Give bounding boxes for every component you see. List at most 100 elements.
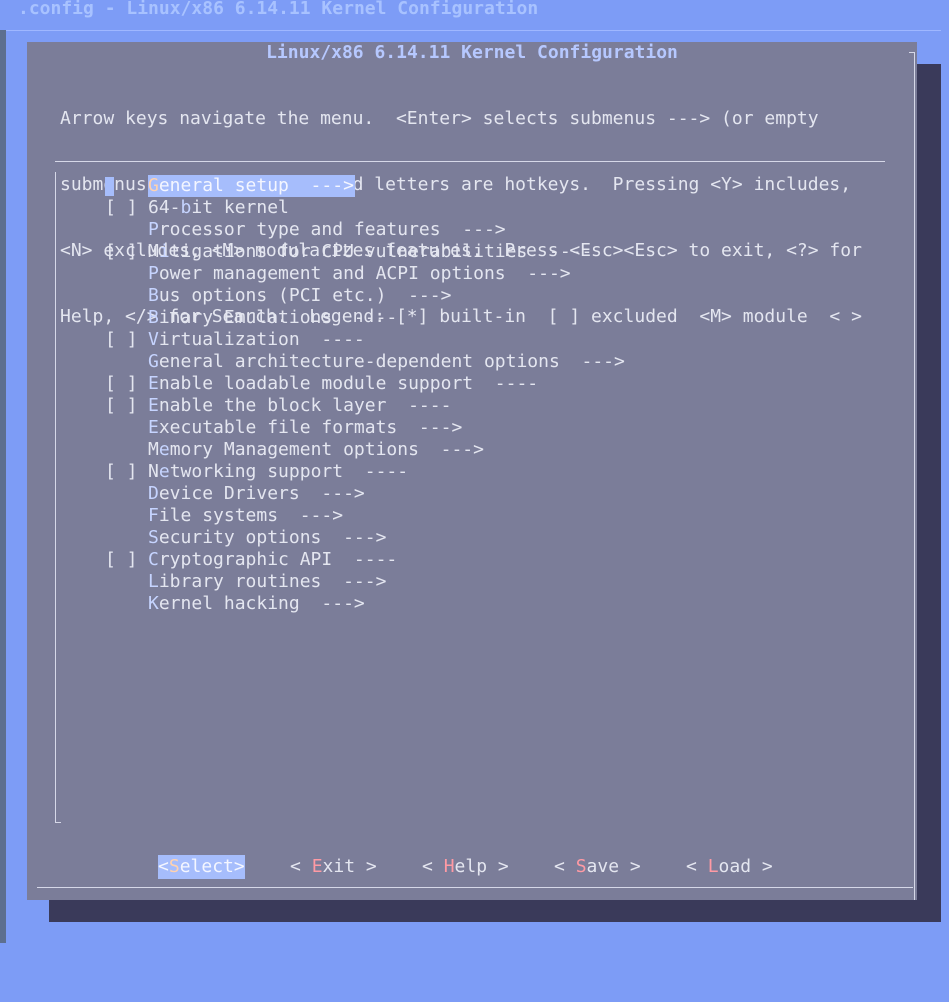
menu-item-label: Enable the block layer ---- bbox=[148, 395, 451, 417]
menu-item-label-rest: ibrary routines ---> bbox=[158, 571, 387, 592]
menu-item-hotkey: b bbox=[180, 197, 192, 218]
cursor-block bbox=[105, 177, 114, 196]
menu-item-hotkey: K bbox=[148, 593, 159, 614]
menu-item-hotkey: E bbox=[148, 417, 159, 438]
menu-item-label: Enable loadable module support ---- bbox=[148, 373, 538, 395]
terminal-title-bar: .config - Linux/x86 6.14.11 Kernel Confi… bbox=[0, 0, 949, 31]
menu-item-label-rest: tworking support ---- bbox=[169, 461, 409, 482]
menu-item-label: Device Drivers ---> bbox=[148, 483, 365, 505]
menu-item-label-rest: ernel hacking ---> bbox=[158, 593, 365, 614]
menu-item[interactable]: [ ] 64-bit kernel bbox=[27, 197, 907, 219]
menu-item[interactable]: Binary Emulations ---- bbox=[27, 307, 907, 329]
menu-item-checkbox[interactable]: [ ] bbox=[105, 373, 138, 395]
menu-item[interactable]: Processor type and features ---> bbox=[27, 219, 907, 241]
help-button[interactable]: < Help > bbox=[422, 855, 509, 879]
menu-item-hotkey: E bbox=[148, 373, 159, 394]
menu-item-checkbox[interactable]: [ ] bbox=[105, 241, 138, 263]
menu-item-hotkey: e bbox=[158, 439, 170, 460]
menu-item-label: Security options ---> bbox=[148, 527, 386, 549]
menu-item-checkbox[interactable]: [ ] bbox=[105, 549, 138, 571]
menu-item-label: Binary Emulations ---- bbox=[148, 307, 397, 329]
menu-item-label-rest: eneral setup ---> bbox=[158, 175, 354, 196]
terminal-title: .config - Linux/x86 6.14.11 Kernel Confi… bbox=[18, 0, 539, 19]
menu-item-label-prefix: 64- bbox=[148, 197, 181, 218]
menu-item[interactable]: General setup ---> bbox=[27, 175, 907, 197]
menu-item-hotkey: e bbox=[158, 461, 170, 482]
menu-item-label: Executable file formats ---> bbox=[148, 417, 462, 439]
menu-item[interactable]: Device Drivers ---> bbox=[27, 483, 907, 505]
menu-item[interactable]: Executable file formats ---> bbox=[27, 417, 907, 439]
menu-item[interactable]: General architecture-dependent options -… bbox=[27, 351, 907, 373]
menu-item-label: Processor type and features ---> bbox=[148, 219, 506, 241]
menu-item-checkbox[interactable]: [ ] bbox=[105, 461, 138, 483]
help-separator bbox=[55, 161, 885, 162]
menu-item[interactable]: File systems ---> bbox=[27, 505, 907, 527]
exit-button[interactable]: < Exit > bbox=[290, 855, 377, 879]
menu-item-label-rest: irtualization ---- bbox=[158, 329, 365, 350]
menu-item-label-rest: ryptographic API ---- bbox=[158, 549, 398, 570]
help-line: Arrow keys navigate the menu. <Enter> se… bbox=[60, 108, 819, 129]
menu-item-label-rest: nable the block layer ---- bbox=[158, 395, 452, 416]
menu-item-label: Cryptographic API ---- bbox=[148, 549, 397, 571]
menu-item[interactable]: Bus options (PCI etc.) ---> bbox=[27, 285, 907, 307]
menu-item[interactable]: [ ] Enable the block layer ---- bbox=[27, 395, 907, 417]
menu-item-hotkey: G bbox=[148, 175, 159, 196]
load-button[interactable]: < Load > bbox=[686, 855, 773, 879]
menu-item[interactable]: Power management and ACPI options ---> bbox=[27, 263, 907, 285]
menu-item-label: Library routines ---> bbox=[148, 571, 386, 593]
menu-item-hotkey: P bbox=[148, 219, 159, 240]
menu-item-label-rest: evice Drivers ---> bbox=[158, 483, 365, 504]
menu-item-label: Kernel hacking ---> bbox=[148, 593, 365, 615]
menu-item-label: Mitigations for CPU vulnerabilities ---- bbox=[148, 241, 592, 263]
menu-item-hotkey: B bbox=[148, 285, 159, 306]
menu-item-hotkey: F bbox=[148, 505, 159, 526]
menu-item-label-rest: mory Management options ---> bbox=[169, 439, 484, 460]
menu-item[interactable]: Security options ---> bbox=[27, 527, 907, 549]
save-button[interactable]: < Save > bbox=[554, 855, 641, 879]
menu-item-label-prefix: M bbox=[148, 439, 159, 460]
menu-item-hotkey: S bbox=[148, 527, 159, 548]
button-bar: <Select> < Exit > < Help > < Save > < Lo… bbox=[27, 855, 907, 879]
menu-item[interactable]: [ ] Cryptographic API ---- bbox=[27, 549, 907, 571]
menu-item-hotkey: P bbox=[148, 263, 159, 284]
menu-item[interactable]: Library routines ---> bbox=[27, 571, 907, 593]
menu-item[interactable]: [ ] Networking support ---- bbox=[27, 461, 907, 483]
window-left-edge bbox=[0, 0, 6, 943]
menu-item[interactable]: Kernel hacking ---> bbox=[27, 593, 907, 615]
title-underline bbox=[6, 30, 941, 31]
menu-item-label: 64-bit kernel bbox=[148, 197, 289, 219]
menu-item-label: File systems ---> bbox=[148, 505, 343, 527]
menu-box-bottom-tick bbox=[55, 822, 61, 823]
menu-item-label-rest: nable loadable module support ---- bbox=[158, 373, 539, 394]
menu-item-label: Memory Management options ---> bbox=[148, 439, 484, 461]
menu-item[interactable]: [ ] Enable loadable module support ---- bbox=[27, 373, 907, 395]
menu-item-label-rest: rocessor type and features ---> bbox=[158, 219, 506, 240]
menu-item-label-rest: ile systems ---> bbox=[158, 505, 344, 526]
menu-item-hotkey: V bbox=[148, 329, 159, 350]
menu-item-hotkey: C bbox=[148, 549, 159, 570]
menu-item-label: General setup ---> bbox=[148, 175, 355, 197]
menu-item[interactable]: [ ] Mitigations for CPU vulnerabilities -… bbox=[27, 241, 907, 263]
dialog-title: Linux/x86 6.14.11 Kernel Configuration bbox=[266, 42, 678, 63]
menu-list: General setup --->[ ] 64-bit kernel Proces… bbox=[27, 175, 907, 615]
menu-item-label-rest: eneral architecture-dependent options --… bbox=[158, 351, 625, 372]
dialog-bottom-border bbox=[37, 887, 913, 888]
menu-item[interactable]: [ ] Virtualization ---- bbox=[27, 329, 907, 351]
menu-item-checkbox[interactable]: [ ] bbox=[105, 395, 138, 417]
menu-item-label-rest: xecutable file formats ---> bbox=[158, 417, 463, 438]
menu-item-label: Virtualization ---- bbox=[148, 329, 365, 351]
menu-item-label-rest: inary Emulations ---- bbox=[158, 307, 398, 328]
menu-item-checkbox[interactable]: [ ] bbox=[105, 197, 138, 219]
select-button[interactable]: <Select> bbox=[158, 855, 245, 879]
menu-item-label: General architecture-dependent options -… bbox=[148, 351, 625, 373]
menu-item-hotkey: i bbox=[158, 241, 170, 262]
menu-item-hotkey: E bbox=[148, 395, 159, 416]
menu-item-hotkey: G bbox=[148, 351, 159, 372]
menu-item-label: Power management and ACPI options ---> bbox=[148, 263, 571, 285]
menu-item-hotkey: D bbox=[148, 483, 159, 504]
menuconfig-dialog: Linux/x86 6.14.11 Kernel Configuration A… bbox=[27, 42, 917, 900]
menu-item-label-rest: ecurity options ---> bbox=[158, 527, 387, 548]
menu-item[interactable]: Memory Management options ---> bbox=[27, 439, 907, 461]
menu-item-label-rest: tigations for CPU vulnerabilities ---- bbox=[169, 241, 593, 262]
menu-item-checkbox[interactable]: [ ] bbox=[105, 329, 138, 351]
